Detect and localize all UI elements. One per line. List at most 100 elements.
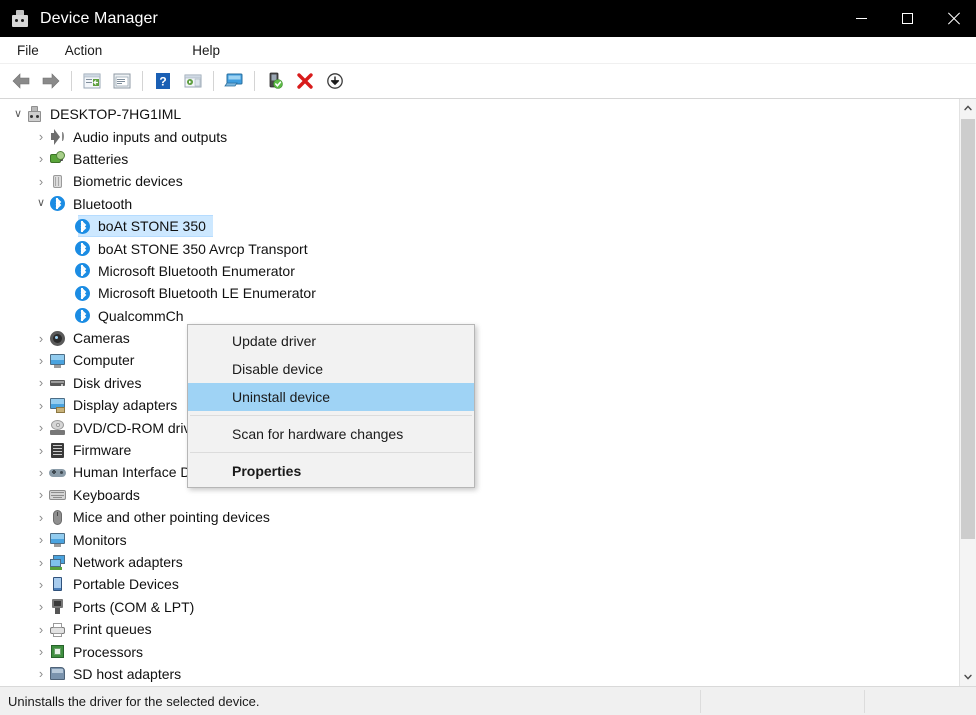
chevron-right-icon[interactable]: › bbox=[33, 442, 49, 458]
chevron-right-icon[interactable]: › bbox=[33, 151, 49, 167]
processor-chip-icon bbox=[49, 643, 66, 660]
tree-node-boat-stone-350[interactable]: boAt STONE 350 bbox=[0, 214, 959, 238]
tree-node-sd-host-adapters[interactable]: › SD host adapters bbox=[0, 663, 959, 685]
chevron-right-icon[interactable]: › bbox=[33, 487, 49, 503]
context-menu-separator-1 bbox=[190, 415, 472, 416]
tree-node-human-interface-devices[interactable]: › Human Interface Devices bbox=[0, 461, 959, 483]
status-bar-divider bbox=[864, 690, 865, 713]
back-button[interactable] bbox=[6, 67, 36, 95]
chevron-right-icon[interactable]: › bbox=[33, 129, 49, 145]
tree-node-disk-drives[interactable]: › Disk drives bbox=[0, 372, 959, 394]
tree-node-cameras[interactable]: › Cameras bbox=[0, 327, 959, 349]
title-bar: Device Manager bbox=[0, 0, 976, 37]
tree-node-firmware[interactable]: › Firmware bbox=[0, 439, 959, 461]
tree-node-desktop-7hg1iml[interactable]: ∨ DESKTOP-7HG1IML bbox=[0, 103, 959, 125]
chevron-right-icon[interactable]: › bbox=[33, 532, 49, 548]
chevron-right-icon[interactable]: › bbox=[33, 644, 49, 660]
context-menu[interactable]: Update driver Disable device Uninstall dev… bbox=[187, 324, 475, 488]
properties-button[interactable] bbox=[107, 67, 137, 95]
tree-node-batteries[interactable]: › Batteries bbox=[0, 148, 959, 170]
toolbar-separator bbox=[254, 71, 255, 91]
chevron-down-icon[interactable]: ∨ bbox=[10, 106, 26, 122]
tree-node-print-queues[interactable]: › Print queues bbox=[0, 618, 959, 640]
toolbar-separator bbox=[213, 71, 214, 91]
chevron-right-icon[interactable]: › bbox=[33, 330, 49, 346]
menu-item-action[interactable]: Action bbox=[56, 40, 112, 61]
tree-node-dvd-cd-rom-drives[interactable]: › DVD/CD-ROM drives bbox=[0, 416, 959, 438]
tree-node-microsoft-bluetooth-enumerator[interactable]: Microsoft Bluetooth Enumerator bbox=[0, 260, 959, 282]
tree-node-portable-devices[interactable]: › Portable Devices bbox=[0, 573, 959, 595]
chevron-down-icon[interactable]: ∨ bbox=[33, 196, 49, 212]
scrollbar-thumb[interactable] bbox=[961, 119, 975, 539]
tree-node-microsoft-bluetooth-le-enumerator[interactable]: Microsoft Bluetooth LE Enumerator bbox=[0, 282, 959, 304]
tree-node-processors[interactable]: › Processors bbox=[0, 640, 959, 662]
chevron-right-icon[interactable]: › bbox=[33, 397, 49, 413]
scan-download-icon bbox=[327, 73, 343, 89]
view-options-button[interactable] bbox=[178, 67, 208, 95]
context-menu-uninstall-device[interactable]: Uninstall device bbox=[188, 383, 474, 411]
chevron-right-icon[interactable]: › bbox=[33, 173, 49, 189]
chevron-right-icon[interactable]: › bbox=[33, 464, 49, 480]
close-icon bbox=[947, 12, 960, 25]
mouse-icon bbox=[49, 509, 66, 526]
device-tree[interactable]: ∨ DESKTOP-7HG1IML › Audio inputs and output… bbox=[0, 99, 959, 686]
svg-text:?: ? bbox=[159, 75, 166, 89]
tree-node-label: Print queues bbox=[73, 621, 152, 638]
tree-node-qualcomm-bluetooth[interactable]: QualcommCh bbox=[0, 305, 959, 327]
chevron-right-icon[interactable]: › bbox=[33, 666, 49, 682]
close-button[interactable] bbox=[930, 0, 976, 37]
context-menu-properties[interactable]: Properties bbox=[188, 457, 474, 485]
tree-leaf-spacer bbox=[58, 218, 74, 234]
chevron-right-icon[interactable]: › bbox=[33, 554, 49, 570]
content-area: ∨ DESKTOP-7HG1IML › Audio inputs and output… bbox=[0, 99, 976, 686]
back-arrow-icon bbox=[12, 73, 30, 89]
chevron-right-icon[interactable]: › bbox=[33, 420, 49, 436]
tree-node-biometric-devices[interactable]: › Biometric devices bbox=[0, 170, 959, 192]
tree-node-audio-inputs-and-outputs[interactable]: › Audio inputs and outputs bbox=[0, 125, 959, 147]
speaker-icon bbox=[49, 128, 66, 146]
tree-node-monitors[interactable]: › Monitors bbox=[0, 528, 959, 550]
chevron-right-icon[interactable]: › bbox=[33, 352, 49, 368]
tree-node-label: Network adapters bbox=[73, 554, 183, 570]
scroll-down-button[interactable] bbox=[960, 668, 976, 686]
tree-node-ports-com-and-lpt[interactable]: › Ports (COM & LPT) bbox=[0, 596, 959, 618]
chevron-right-icon[interactable]: › bbox=[33, 621, 49, 637]
tree-node-label: Disk drives bbox=[73, 374, 142, 391]
context-menu-scan-for-hardware-changes[interactable]: Scan for hardware changes bbox=[188, 420, 474, 448]
computer-tower-icon bbox=[26, 105, 43, 123]
vertical-scrollbar[interactable] bbox=[959, 99, 976, 686]
menu-item-help[interactable]: Help bbox=[183, 40, 229, 61]
context-menu-update-driver[interactable]: Update driver bbox=[188, 327, 474, 355]
tree-node-label: Microsoft Bluetooth LE Enumerator bbox=[98, 285, 316, 302]
uninstall-device-button[interactable] bbox=[290, 67, 320, 95]
scroll-up-button[interactable] bbox=[960, 99, 976, 117]
scan-hardware-changes-button[interactable] bbox=[320, 67, 350, 95]
firmware-icon bbox=[49, 442, 66, 459]
tree-node-display-adapters[interactable]: › Display adapters bbox=[0, 394, 959, 416]
minimize-button[interactable] bbox=[838, 0, 884, 37]
monitor-icon bbox=[49, 352, 66, 369]
toolbar-separator bbox=[71, 71, 72, 91]
chevron-right-icon[interactable]: › bbox=[33, 375, 49, 391]
chevron-right-icon[interactable]: › bbox=[33, 509, 49, 525]
help-button[interactable]: ? bbox=[148, 67, 178, 95]
menu-item-file[interactable]: File bbox=[8, 40, 48, 61]
context-menu-disable-device[interactable]: Disable device bbox=[188, 355, 474, 383]
tree-node-mice-and-other-pointing-devices[interactable]: › Mice and other pointing devices bbox=[0, 506, 959, 528]
chevron-right-icon[interactable]: › bbox=[33, 576, 49, 592]
update-driver-button[interactable] bbox=[260, 67, 290, 95]
show-hide-console-tree-button[interactable] bbox=[77, 67, 107, 95]
display-device-button[interactable] bbox=[219, 67, 249, 95]
tree-node-keyboards[interactable]: › Keyboards bbox=[0, 484, 959, 506]
port-connector-icon bbox=[49, 598, 66, 615]
tree-node-bluetooth[interactable]: ∨ Bluetooth bbox=[0, 193, 959, 215]
tree-node-computer[interactable]: › Computer bbox=[0, 349, 959, 371]
toolbar-separator bbox=[142, 71, 143, 91]
maximize-button[interactable] bbox=[884, 0, 930, 37]
tree-node-network-adapters[interactable]: › Network adapters bbox=[0, 551, 959, 573]
forward-button[interactable] bbox=[36, 67, 66, 95]
monitor-screen-icon bbox=[224, 73, 243, 87]
tree-node-boat-stone-350-avrcp[interactable]: boAt STONE 350 Avrcp Transport bbox=[0, 237, 959, 259]
tree-node-label: Batteries bbox=[73, 150, 129, 167]
chevron-right-icon[interactable]: › bbox=[33, 599, 49, 615]
